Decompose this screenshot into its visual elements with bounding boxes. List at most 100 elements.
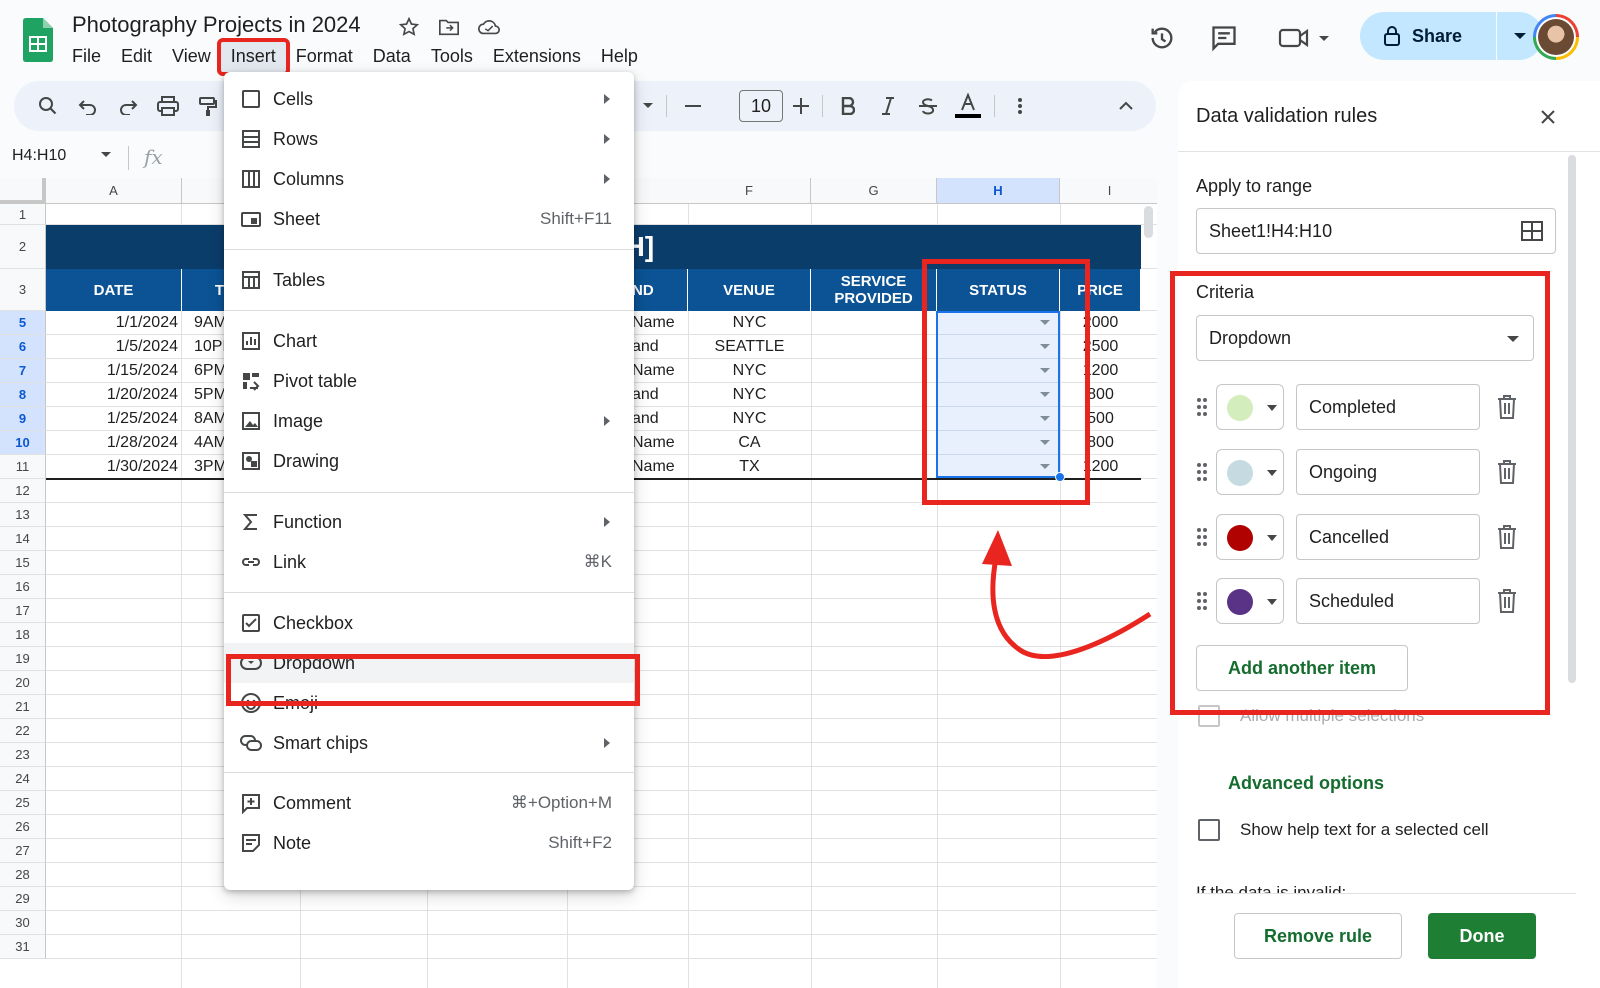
cell-price[interactable]: 1200 (1060, 455, 1141, 479)
avatar[interactable] (1533, 14, 1579, 60)
cell-venue[interactable]: NYC (688, 359, 811, 383)
row-header-7[interactable]: 7 (0, 359, 46, 383)
menu-item-image[interactable]: Image (224, 401, 634, 441)
cell-price[interactable]: 1200 (1060, 359, 1141, 383)
menu-item-tables[interactable]: Tables (224, 260, 634, 300)
cell-venue[interactable]: NYC (688, 311, 811, 335)
cell-time[interactable]: 8AM (182, 407, 227, 431)
trash-icon[interactable] (1496, 394, 1518, 420)
cell-time[interactable]: 5PM (182, 383, 227, 407)
cell-date[interactable]: 1/1/2024 (46, 311, 182, 335)
cell-time[interactable]: 9AM (182, 311, 227, 335)
column-header-g[interactable]: G (811, 178, 937, 204)
item-value-input[interactable]: Scheduled (1296, 578, 1480, 624)
row-header-12[interactable]: 12 (0, 479, 46, 503)
menu-item-checkbox[interactable]: Checkbox (224, 603, 634, 643)
cell-price[interactable]: 2500 (1060, 335, 1141, 359)
row-header-5[interactable]: 5 (0, 311, 46, 335)
cloud-status-icon[interactable] (476, 14, 502, 40)
menu-tools[interactable]: Tools (421, 42, 483, 72)
menu-item-columns[interactable]: Columns (224, 159, 634, 199)
trash-icon[interactable] (1496, 588, 1518, 614)
cell-price[interactable]: 2000 (1060, 311, 1141, 335)
color-picker-button[interactable] (1216, 578, 1284, 624)
row-header-15[interactable]: 15 (0, 551, 46, 575)
row-header-28[interactable]: 28 (0, 863, 46, 887)
row-header-10[interactable]: 10 (0, 431, 46, 455)
row-header-29[interactable]: 29 (0, 887, 46, 911)
document-title[interactable]: Photography Projects in 2024 (72, 12, 361, 38)
star-icon[interactable] (396, 14, 422, 40)
drag-handle-icon[interactable] (1196, 590, 1208, 612)
menu-edit[interactable]: Edit (111, 42, 162, 72)
move-folder-icon[interactable] (436, 14, 462, 40)
grid-scrollbar[interactable] (1144, 206, 1153, 238)
menu-insert[interactable]: Insert (216, 38, 290, 76)
status-dropdown-cell[interactable] (937, 311, 1059, 335)
row-header-25[interactable]: 25 (0, 791, 46, 815)
menu-item-emoji[interactable]: Emoji (224, 683, 634, 723)
row-header-31[interactable]: 31 (0, 935, 46, 959)
status-dropdown-cell[interactable] (937, 407, 1059, 431)
row-header-8[interactable]: 8 (0, 383, 46, 407)
trash-icon[interactable] (1496, 459, 1518, 485)
drag-handle-icon[interactable] (1196, 461, 1208, 483)
print-icon[interactable] (152, 90, 184, 122)
menu-item-drawing[interactable]: Drawing (224, 441, 634, 481)
more-icon[interactable] (1004, 90, 1036, 122)
menu-item-smart-chips[interactable]: Smart chips (224, 723, 634, 763)
row-header-22[interactable]: 22 (0, 719, 46, 743)
item-value-input[interactable]: Ongoing (1296, 449, 1480, 495)
status-dropdown-cell[interactable] (937, 455, 1059, 479)
row-header-19[interactable]: 19 (0, 647, 46, 671)
row-header-23[interactable]: 23 (0, 743, 46, 767)
name-box-caret-icon[interactable] (100, 150, 112, 160)
row-header-13[interactable]: 13 (0, 503, 46, 527)
menu-item-function[interactable]: Function (224, 502, 634, 542)
cell-time[interactable]: 4AM (182, 431, 227, 455)
select-range-grid-icon[interactable] (1521, 221, 1543, 241)
row-header-21[interactable]: 21 (0, 695, 46, 719)
color-picker-button[interactable] (1216, 449, 1284, 495)
header-date[interactable]: DATE (46, 269, 182, 311)
menu-data[interactable]: Data (363, 42, 421, 72)
cell-time[interactable]: 6PM (182, 359, 227, 383)
row-header-1[interactable]: 1 (0, 204, 46, 225)
row-header-2[interactable]: 2 (0, 225, 46, 269)
status-dropdown-cell[interactable] (937, 383, 1059, 407)
font-caret-down-icon[interactable] (632, 90, 664, 122)
item-value-input[interactable]: Cancelled (1296, 514, 1480, 560)
cell-date[interactable]: 1/15/2024 (46, 359, 182, 383)
text-color-icon[interactable] (952, 90, 984, 122)
strikethrough-icon[interactable] (912, 90, 944, 122)
menu-item-dropdown[interactable]: Dropdown (224, 643, 634, 683)
header-service-provided[interactable]: SERVICE PROVIDED (811, 269, 937, 311)
meet-call-icon[interactable] (1274, 18, 1336, 58)
menu-item-sheet[interactable]: Sheet Shift+F11 (224, 199, 634, 239)
row-header-14[interactable]: 14 (0, 527, 46, 551)
row-header-11[interactable]: 11 (0, 455, 46, 479)
cell-time[interactable]: 3PM (182, 455, 227, 479)
row-header-20[interactable]: 20 (0, 671, 46, 695)
sheets-logo-icon[interactable] (21, 18, 53, 62)
name-box[interactable]: H4:H10 (12, 147, 66, 165)
cell-price[interactable]: 500 (1060, 407, 1141, 431)
italic-icon[interactable] (872, 90, 904, 122)
cell-date[interactable]: 1/25/2024 (46, 407, 182, 431)
cell-time[interactable]: 10PM (182, 335, 227, 359)
allow-multiple-checkbox[interactable] (1198, 705, 1220, 727)
color-picker-button[interactable] (1216, 514, 1284, 560)
criteria-select[interactable]: Dropdown (1196, 315, 1534, 361)
advanced-options-link[interactable]: Advanced options (1228, 773, 1384, 794)
menu-file[interactable]: File (62, 42, 111, 72)
collapse-icon[interactable] (1110, 90, 1142, 122)
row-header-26[interactable]: 26 (0, 815, 46, 839)
cell-venue[interactable]: TX (688, 455, 811, 479)
bold-icon[interactable] (832, 90, 864, 122)
cell-price[interactable]: 800 (1060, 383, 1141, 407)
menu-item-rows[interactable]: Rows (224, 119, 634, 159)
row-header-24[interactable]: 24 (0, 767, 46, 791)
header-price[interactable]: PRICE (1060, 269, 1141, 311)
cell-venue[interactable]: CA (688, 431, 811, 455)
cell-date[interactable]: 1/5/2024 (46, 335, 182, 359)
